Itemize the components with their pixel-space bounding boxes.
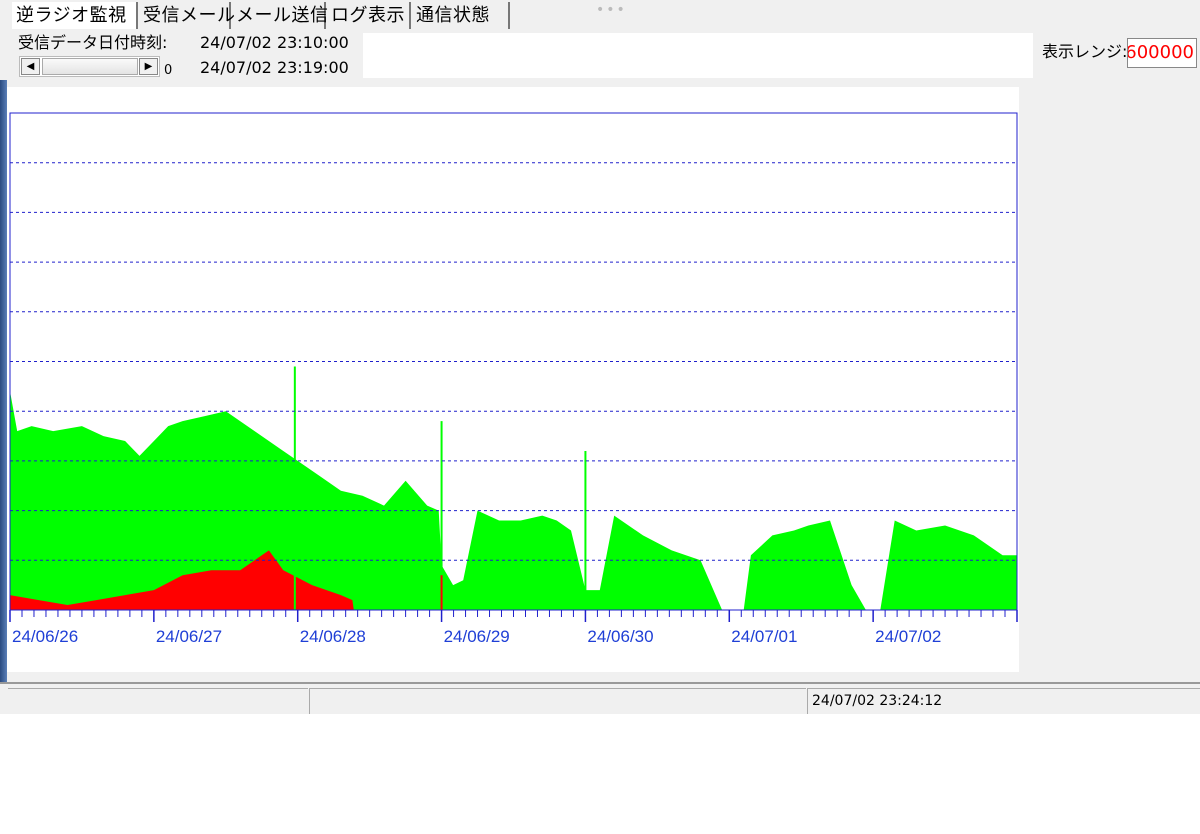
- status-panel-1: [8, 688, 308, 714]
- tab-bar: 逆ラジオ監視 受信メール メール送信 ログ表示 通信状態 •••: [8, 0, 1198, 30]
- app-window: 逆ラジオ監視 受信メール メール送信 ログ表示 通信状態 ••• 受信データ日付…: [0, 0, 1200, 714]
- chart-panel: 24/06/26 24/06/27 24/06/28 24/06/29 24/06/30…: [7, 87, 1019, 672]
- x-tick-label: 24/06/28: [300, 627, 366, 646]
- display-range-value: 600000: [1127, 42, 1194, 63]
- window-edge: [0, 80, 7, 714]
- scroll-thumb[interactable]: [42, 58, 138, 75]
- scroll-right-arrow-icon[interactable]: ▶: [139, 58, 158, 75]
- more-dots-icon: •••: [596, 2, 627, 18]
- status-panel-2: [309, 688, 806, 714]
- received-time-end: 24/07/02 23:19:00: [200, 58, 349, 77]
- series-area-0: [10, 391, 1017, 610]
- tab-comm-status[interactable]: 通信状態: [412, 2, 510, 29]
- received-datetime-label: 受信データ日付時刻:: [18, 33, 168, 52]
- x-tick-label: 24/07/01: [731, 627, 797, 646]
- x-tick-label: 24/06/26: [12, 627, 78, 646]
- info-panel: [363, 33, 1033, 78]
- tab-received-mail[interactable]: 受信メール: [139, 2, 235, 29]
- x-tick-label: 24/06/27: [156, 627, 222, 646]
- display-range-label: 表示レンジ:: [1042, 42, 1128, 61]
- tab-radio-monitor[interactable]: 逆ラジオ監視: [12, 2, 138, 29]
- time-scrollbar[interactable]: ◀ ▶: [19, 56, 160, 77]
- received-time-start: 24/07/02 23:10:00: [200, 33, 349, 52]
- status-bar: 24/07/02 23:24:12: [0, 682, 1200, 714]
- x-tick-label: 24/07/02: [875, 627, 941, 646]
- status-clock: 24/07/02 23:24:12: [812, 693, 943, 709]
- status-panel-3: 24/07/02 23:24:12: [807, 688, 1200, 714]
- tab-send-mail[interactable]: メール送信: [232, 2, 328, 29]
- tab-log-view[interactable]: ログ表示: [327, 2, 411, 29]
- display-range-input[interactable]: 600000: [1127, 38, 1197, 68]
- scroll-value: 0: [164, 63, 173, 78]
- x-tick-label: 24/06/30: [587, 627, 653, 646]
- x-tick-label: 24/06/29: [444, 627, 510, 646]
- scroll-left-arrow-icon[interactable]: ◀: [21, 58, 40, 75]
- monitor-chart: 24/06/26 24/06/27 24/06/28 24/06/29 24/06/30…: [9, 112, 1018, 646]
